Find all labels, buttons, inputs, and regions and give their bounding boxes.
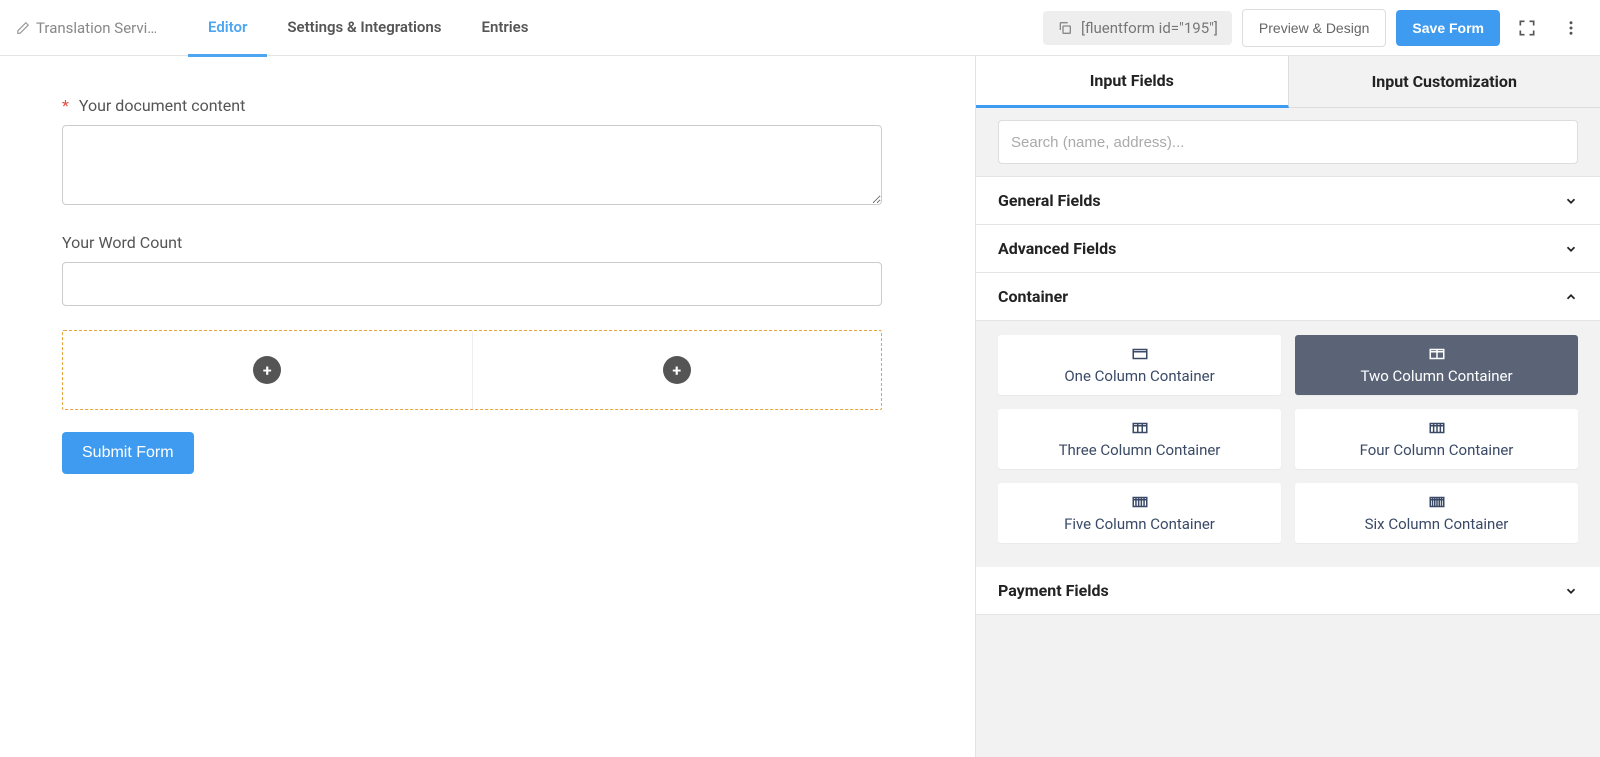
tab-editor[interactable]: Editor [188,0,267,57]
more-menu-button[interactable] [1554,11,1588,45]
shortcode-text: [fluentform id="195"] [1081,19,1218,37]
container-field-grid: One Column Container Two Column Containe… [998,335,1578,543]
tab-entries[interactable]: Entries [461,0,548,57]
topbar-right: [fluentform id="195"] Preview & Design S… [1043,9,1588,47]
top-bar: Translation Servi… Editor Settings & Int… [0,0,1600,56]
chevron-up-icon [1564,290,1578,304]
fullscreen-button[interactable] [1510,11,1544,45]
document-content-label: * Your document content [62,96,882,115]
two-column-dropzone[interactable]: + + [62,330,882,410]
field-accordion: General Fields Advanced Fields Container [976,176,1600,615]
two-column-icon [1428,347,1446,361]
five-column-icon [1131,495,1149,509]
topbar-left: Translation Servi… Editor Settings & Int… [16,0,548,56]
dropzone-col-2[interactable]: + [472,331,882,409]
search-wrap [976,108,1600,176]
field-document-content[interactable]: * Your document content [62,96,882,209]
add-field-button[interactable]: + [663,356,691,384]
field-two-column-container[interactable]: Two Column Container [1295,335,1578,395]
field-word-count[interactable]: Your Word Count [62,233,882,306]
field-card-label: Five Column Container [1064,515,1215,533]
dropzone-col-1[interactable]: + [63,331,472,409]
field-card-label: One Column Container [1064,367,1214,385]
preview-design-button[interactable]: Preview & Design [1242,9,1387,47]
plus-icon: + [263,361,272,380]
form-title-text: Translation Servi… [36,19,156,37]
fullscreen-icon [1517,18,1537,38]
accordion-payment-fields: Payment Fields [976,567,1600,615]
sidebar: Input Fields Input Customization General… [975,56,1600,757]
accordion-advanced-fields: Advanced Fields [976,225,1600,273]
required-star-icon: * [62,96,69,115]
tab-settings[interactable]: Settings & Integrations [267,0,461,57]
more-vertical-icon [1562,19,1580,37]
accordion-header-container[interactable]: Container [976,273,1600,321]
search-input[interactable] [998,120,1578,164]
field-five-column-container[interactable]: Five Column Container [998,483,1281,543]
add-field-button[interactable]: + [253,356,281,384]
main-area: * Your document content Your Word Count … [0,56,1600,757]
accordion-header-advanced[interactable]: Advanced Fields [976,225,1600,273]
form-preview: * Your document content Your Word Count … [62,96,882,474]
accordion-label: Payment Fields [998,581,1109,600]
field-card-label: Three Column Container [1059,441,1221,459]
edit-icon [16,21,30,35]
field-four-column-container[interactable]: Four Column Container [1295,409,1578,469]
six-column-icon [1428,495,1446,509]
accordion-container: Container One Column Container Two Colu [976,273,1600,567]
field-six-column-container[interactable]: Six Column Container [1295,483,1578,543]
field-one-column-container[interactable]: One Column Container [998,335,1281,395]
field-card-label: Two Column Container [1360,367,1512,385]
word-count-input[interactable] [62,262,882,306]
accordion-label: Container [998,287,1068,306]
one-column-icon [1131,347,1149,361]
submit-form-button[interactable]: Submit Form [62,432,194,474]
chevron-down-icon [1564,194,1578,208]
three-column-icon [1131,421,1149,435]
accordion-label: General Fields [998,191,1101,210]
save-form-button[interactable]: Save Form [1396,10,1500,46]
accordion-header-payment[interactable]: Payment Fields [976,567,1600,615]
accordion-general-fields: General Fields [976,177,1600,225]
shortcode-box[interactable]: [fluentform id="195"] [1043,11,1232,45]
field-three-column-container[interactable]: Three Column Container [998,409,1281,469]
chevron-down-icon [1564,584,1578,598]
sidebar-tabs: Input Fields Input Customization [976,56,1600,108]
chevron-down-icon [1564,242,1578,256]
accordion-label: Advanced Fields [998,239,1116,258]
accordion-header-general[interactable]: General Fields [976,177,1600,225]
document-content-label-text: Your document content [79,96,245,115]
four-column-icon [1428,421,1446,435]
plus-icon: + [672,361,681,380]
main-tabs: Editor Settings & Integrations Entries [188,0,548,56]
tab-input-customization[interactable]: Input Customization [1289,56,1600,108]
copy-icon [1057,20,1073,36]
sidebar-body: General Fields Advanced Fields Container [976,108,1600,757]
accordion-body-container: One Column Container Two Column Containe… [976,321,1600,567]
document-content-textarea[interactable] [62,125,882,205]
word-count-label: Your Word Count [62,233,882,252]
tab-input-fields[interactable]: Input Fields [976,56,1289,108]
field-card-label: Six Column Container [1365,515,1509,533]
field-card-label: Four Column Container [1360,441,1514,459]
form-title[interactable]: Translation Servi… [16,19,156,37]
form-canvas: * Your document content Your Word Count … [0,56,975,757]
